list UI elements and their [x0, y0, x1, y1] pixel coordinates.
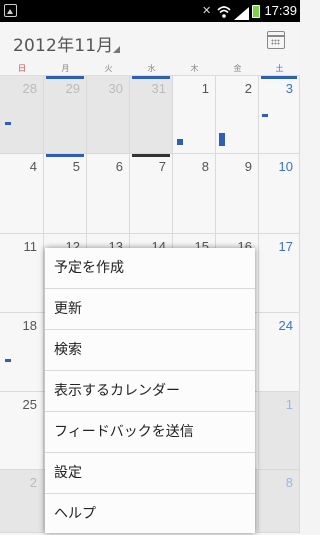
- day-number: 24: [278, 318, 293, 333]
- day-cell[interactable]: 31: [130, 76, 173, 154]
- weekday-label: 木: [190, 64, 199, 73]
- day-cell[interactable]: 8: [173, 154, 216, 234]
- signal-icon: [234, 5, 249, 20]
- day-number: 1: [201, 81, 209, 96]
- day-cell[interactable]: 9: [216, 154, 259, 234]
- day-number: 7: [158, 159, 166, 174]
- day-number: 29: [65, 81, 80, 96]
- weekday-label: 土: [275, 64, 284, 73]
- overflow-menu: 予定を作成 更新 検索 表示するカレンダー フィードバックを送信 設定 ヘルプ: [45, 248, 255, 533]
- day-number: 2: [244, 81, 252, 96]
- day-number: 11: [23, 239, 38, 254]
- mute-icon: ✕: [202, 4, 212, 17]
- day-cell[interactable]: 11: [0, 234, 44, 313]
- status-bar: ✕ 17:39: [0, 0, 300, 22]
- day-cell[interactable]: 7: [130, 154, 173, 234]
- day-number: 18: [22, 318, 37, 333]
- day-cell[interactable]: 3: [259, 76, 300, 154]
- menu-item[interactable]: 検索: [45, 330, 255, 371]
- gallery-icon: [4, 4, 17, 17]
- day-number: 25: [22, 397, 37, 412]
- day-number: 2: [29, 475, 37, 490]
- event-bar: [5, 359, 11, 362]
- day-cell[interactable]: 6: [87, 154, 130, 234]
- day-number: 4: [29, 159, 37, 174]
- menu-item[interactable]: 予定を作成: [45, 248, 255, 289]
- day-number: 9: [244, 159, 252, 174]
- event-bar: [219, 133, 225, 146]
- menu-item[interactable]: 更新: [45, 289, 255, 330]
- event-bar: [262, 114, 268, 117]
- day-number: 8: [285, 475, 293, 490]
- day-number: 3: [285, 81, 293, 96]
- menu-item[interactable]: ヘルプ: [45, 494, 255, 535]
- day-number: 30: [108, 81, 123, 96]
- weekday-label: 水: [147, 64, 156, 73]
- day-number: 6: [115, 159, 123, 174]
- menu-item[interactable]: フィードバックを送信: [45, 412, 255, 453]
- menu-item[interactable]: 表示するカレンダー: [45, 371, 255, 412]
- dropdown-indicator-icon: [113, 46, 120, 53]
- weekday-label: 火: [104, 64, 113, 73]
- day-cell[interactable]: 29: [44, 76, 87, 154]
- day-cell[interactable]: 4: [0, 154, 44, 234]
- day-number: 31: [151, 81, 166, 96]
- wifi-icon: [217, 4, 231, 18]
- day-number: 28: [22, 81, 37, 96]
- day-cell[interactable]: 28: [0, 76, 44, 154]
- day-cell[interactable]: 5: [44, 154, 87, 234]
- calendar-today-icon[interactable]: [267, 31, 285, 49]
- day-cell[interactable]: 8: [259, 470, 300, 533]
- day-cell[interactable]: 30: [87, 76, 130, 154]
- day-cell[interactable]: 18: [0, 313, 44, 392]
- day-number: 1: [285, 397, 293, 412]
- day-cell[interactable]: 1: [173, 76, 216, 154]
- day-number: 5: [72, 159, 80, 174]
- day-cell[interactable]: 2: [0, 470, 44, 533]
- action-bar: 2012年11月: [0, 22, 300, 62]
- day-cell[interactable]: 24: [259, 313, 300, 392]
- event-bar: [261, 76, 297, 79]
- battery-icon: [252, 4, 260, 18]
- today-marker: [132, 154, 170, 157]
- status-time: 17:39: [264, 3, 297, 18]
- weekday-label: 金: [233, 64, 242, 73]
- menu-item[interactable]: 設定: [45, 453, 255, 494]
- event-bar: [132, 76, 170, 79]
- status-icons: ✕: [202, 3, 260, 20]
- weekday-header: 日月火水木金土: [0, 62, 300, 76]
- event-bar: [5, 122, 11, 125]
- weekday-label: 日: [18, 64, 26, 73]
- day-cell[interactable]: 10: [259, 154, 300, 234]
- day-number: 17: [278, 239, 293, 254]
- day-number: 10: [278, 159, 293, 174]
- event-bar: [46, 154, 84, 157]
- day-cell[interactable]: 17: [259, 234, 300, 313]
- day-cell[interactable]: 25: [0, 392, 44, 470]
- day-cell[interactable]: 2: [216, 76, 259, 154]
- event-bar: [46, 76, 84, 79]
- event-bar: [177, 139, 183, 145]
- weekday-label: 月: [61, 64, 70, 73]
- day-cell[interactable]: 1: [259, 392, 300, 470]
- day-number: 8: [201, 159, 209, 174]
- month-title[interactable]: 2012年11月: [13, 31, 114, 56]
